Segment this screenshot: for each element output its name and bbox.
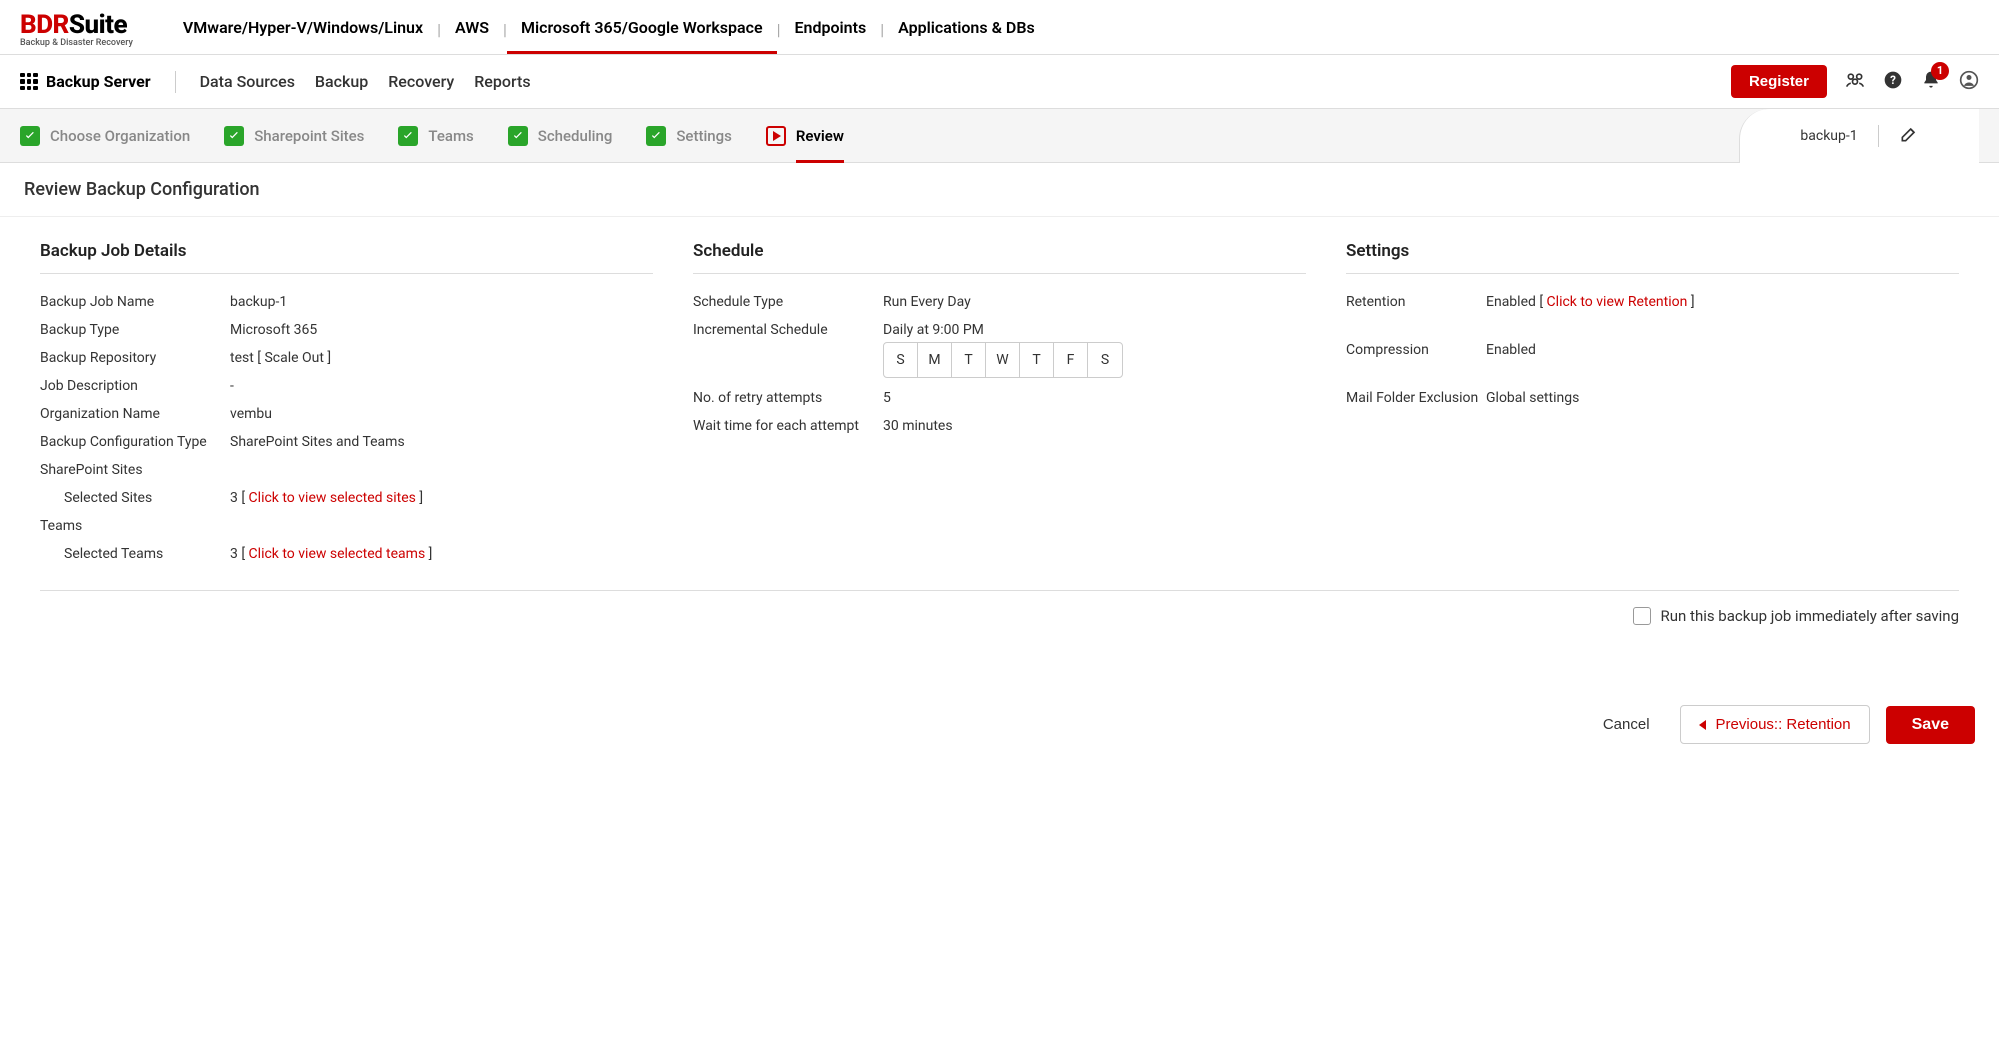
tab-m365[interactable]: Microsoft 365/Google Workspace (507, 14, 777, 54)
step-sharepoint-sites[interactable]: Sharepoint Sites (224, 126, 364, 146)
retention-value: Enabled [ Click to view Retention ] (1486, 294, 1959, 310)
nav-reports[interactable]: Reports (474, 72, 530, 91)
step-teams[interactable]: Teams (398, 126, 473, 146)
product-tabs: VMware/Hyper-V/Windows/Linux | AWS | Mic… (169, 8, 1049, 54)
schedule-heading: Schedule (693, 241, 1306, 274)
page-title: Review Backup Configuration (0, 163, 1999, 217)
description-value: - (230, 378, 653, 394)
wizard-steps: Choose Organization Sharepoint Sites Tea… (0, 109, 1999, 163)
cancel-button[interactable]: Cancel (1589, 706, 1664, 743)
logo: BDRSuite Backup & Disaster Recovery (20, 8, 133, 48)
save-button[interactable]: Save (1886, 706, 1975, 744)
caret-left-icon (1699, 720, 1706, 730)
day-w: W (986, 343, 1020, 377)
step-choose-organization[interactable]: Choose Organization (20, 126, 190, 146)
logo-part1: BDR (20, 10, 69, 40)
register-button[interactable]: Register (1731, 65, 1827, 98)
compression-value: Enabled (1486, 342, 1959, 358)
step-review[interactable]: Review (766, 126, 844, 146)
review-content: Backup Job Details Backup Job Namebackup… (0, 217, 1999, 568)
schedule-section: Schedule Schedule TypeRun Every Day Incr… (693, 241, 1306, 568)
previous-button[interactable]: Previous:: Retention (1680, 705, 1870, 744)
tab-aws[interactable]: AWS (441, 14, 503, 54)
job-name-value: backup-1 (230, 294, 653, 310)
notification-badge: 1 (1931, 62, 1949, 80)
help-icon[interactable]: ? (1883, 70, 1903, 94)
check-icon (508, 126, 528, 146)
view-selected-sites-link[interactable]: Click to view selected sites (249, 490, 416, 506)
nav-data-sources[interactable]: Data Sources (200, 72, 295, 91)
day-selector: S M T W T F S (883, 342, 1123, 378)
user-icon[interactable] (1959, 70, 1979, 94)
retry-attempts-value: 5 (883, 390, 1306, 406)
top-nav-products: BDRSuite Backup & Disaster Recovery VMwa… (0, 0, 1999, 55)
check-icon (20, 126, 40, 146)
logo-subtitle: Backup & Disaster Recovery (20, 38, 133, 48)
check-icon (224, 126, 244, 146)
teams-heading: Teams (40, 518, 230, 534)
organization-value: vembu (230, 406, 653, 422)
selected-teams-value: 3 [ Click to view selected teams ] (230, 546, 653, 562)
repository-value: test [ Scale Out ] (230, 350, 653, 366)
nav-backup[interactable]: Backup (315, 72, 368, 91)
backup-type-value: Microsoft 365 (230, 322, 653, 338)
module-nav: Backup Server Data Sources Backup Recove… (0, 55, 1999, 109)
logo-part2: Suite (69, 10, 127, 40)
backup-server-label[interactable]: Backup Server (20, 72, 151, 91)
day-t2: T (1020, 343, 1054, 377)
step-settings[interactable]: Settings (646, 126, 732, 146)
view-selected-teams-link[interactable]: Click to view selected teams (249, 546, 426, 562)
wizard-job-name: backup-1 (1800, 128, 1857, 144)
incremental-schedule-value: Daily at 9:00 PM S M T W T F S (883, 322, 1306, 378)
view-retention-link[interactable]: Click to view Retention (1547, 294, 1688, 310)
tab-apps-dbs[interactable]: Applications & DBs (884, 14, 1049, 54)
wizard-job-panel: backup-1 (1739, 109, 1979, 163)
footer-actions: Cancel Previous:: Retention Save (0, 645, 1999, 764)
nav-recovery[interactable]: Recovery (388, 72, 454, 91)
tab-vmware[interactable]: VMware/Hyper-V/Windows/Linux (169, 14, 437, 54)
play-icon (766, 126, 786, 146)
check-icon (646, 126, 666, 146)
settings-section: Settings RetentionEnabled [ Click to vie… (1346, 241, 1959, 568)
run-immediately-label: Run this backup job immediately after sa… (1661, 607, 1959, 625)
edit-icon[interactable] (1899, 124, 1919, 148)
run-immediately-row: Run this backup job immediately after sa… (40, 603, 1959, 645)
tab-endpoints[interactable]: Endpoints (780, 14, 880, 54)
run-immediately-checkbox[interactable] (1633, 607, 1651, 625)
day-s2: S (1088, 343, 1122, 377)
step-scheduling[interactable]: Scheduling (508, 126, 613, 146)
backup-job-details: Backup Job Details Backup Job Namebackup… (40, 241, 653, 568)
day-m: M (918, 343, 952, 377)
config-type-value: SharePoint Sites and Teams (230, 434, 653, 450)
sharepoint-heading: SharePoint Sites (40, 462, 230, 478)
svg-text:?: ? (1890, 73, 1896, 87)
users-icon[interactable] (1845, 70, 1865, 94)
schedule-type-value: Run Every Day (883, 294, 1306, 310)
bell-icon[interactable]: 1 (1921, 70, 1941, 94)
wait-time-value: 30 minutes (883, 418, 1306, 434)
settings-heading: Settings (1346, 241, 1959, 274)
check-icon (398, 126, 418, 146)
day-s1: S (884, 343, 918, 377)
mail-exclusion-value: Global settings (1486, 390, 1959, 406)
day-f: F (1054, 343, 1088, 377)
selected-sites-value: 3 [ Click to view selected sites ] (230, 490, 653, 506)
apps-grid-icon (20, 73, 38, 91)
day-t1: T (952, 343, 986, 377)
details-heading: Backup Job Details (40, 241, 653, 274)
